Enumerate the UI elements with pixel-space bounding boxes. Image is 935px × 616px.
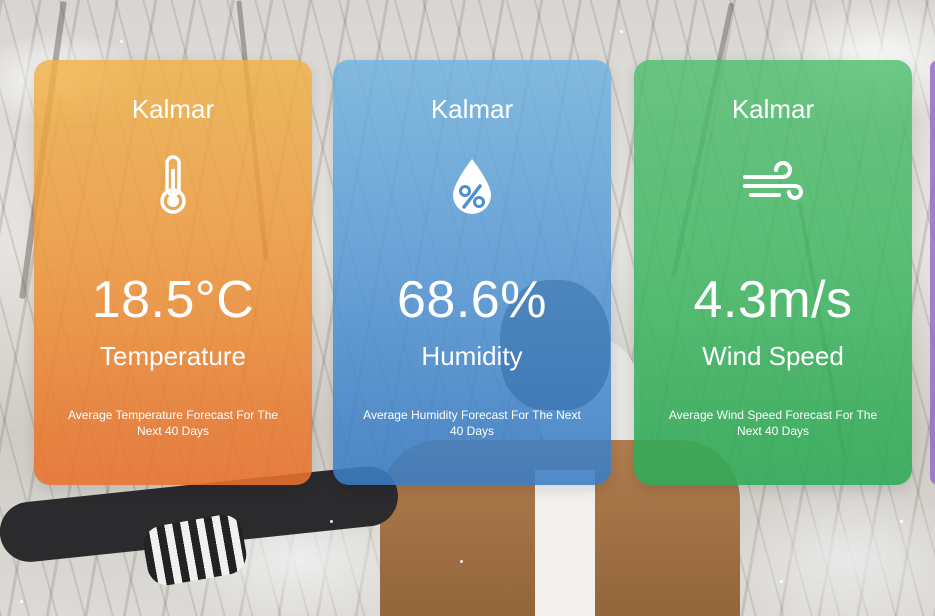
humidity-drop-icon bbox=[442, 155, 502, 215]
humidity-description: Average Humidity Forecast For The Next 4… bbox=[363, 408, 581, 438]
weather-cards: Kalmar 18.5°C Temperature Average Temper… bbox=[34, 60, 935, 485]
temperature-description: Average Temperature Forecast For The Nex… bbox=[67, 408, 279, 438]
city-name: Kalmar bbox=[731, 94, 815, 124]
temperature-card: Kalmar 18.5°C Temperature Average Temper… bbox=[34, 60, 312, 485]
person-scarf bbox=[535, 470, 595, 616]
temperature-value: 18.5°C bbox=[91, 271, 255, 329]
city-name: Kalmar bbox=[430, 94, 514, 124]
city-name: Kalmar bbox=[131, 94, 215, 124]
wind-icon bbox=[743, 155, 803, 215]
wind-speed-card: Kalmar 4.3m/s Wind Speed Average Wind Sp… bbox=[634, 60, 912, 485]
next-card-edge bbox=[930, 60, 935, 485]
temperature-label: Temperature bbox=[100, 341, 246, 371]
humidity-value: 68.6% bbox=[397, 271, 547, 329]
humidity-card: Kalmar 68.6% Humidity Average Humidity F… bbox=[333, 60, 611, 485]
wind-speed-value: 4.3m/s bbox=[693, 271, 853, 329]
wind-speed-description: Average Wind Speed Forecast For The Next… bbox=[668, 408, 878, 438]
humidity-label: Humidity bbox=[421, 341, 523, 371]
thermometer-icon bbox=[143, 155, 203, 215]
wind-speed-label: Wind Speed bbox=[702, 341, 844, 371]
